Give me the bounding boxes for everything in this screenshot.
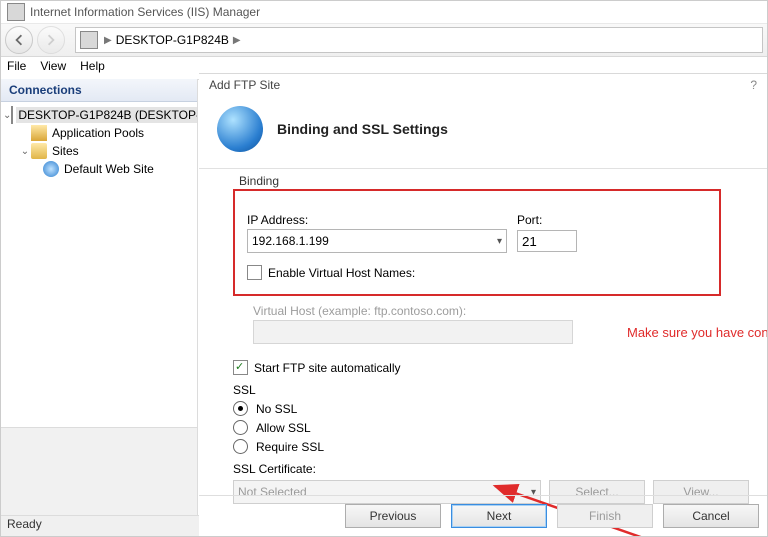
sites-icon: [31, 143, 47, 159]
chevron-right-icon: ▶: [104, 35, 112, 46]
connections-tree[interactable]: ⌄ DESKTOP-G1P824B (DESKTOP- Application …: [1, 102, 197, 427]
enable-vhost-label: Enable Virtual Host Names:: [268, 266, 415, 280]
lower-split-pane: [1, 427, 197, 518]
tree-label-server: DESKTOP-G1P824B (DESKTOP-: [16, 107, 197, 123]
server-icon: [11, 106, 13, 124]
annotation-text: Make sure you have configured static IP …: [627, 325, 768, 340]
radio-selected-icon[interactable]: [233, 401, 248, 416]
finish-button: Finish: [557, 504, 653, 528]
allow-ssl-label: Allow SSL: [256, 421, 311, 435]
tree-row-default-site[interactable]: Default Web Site: [3, 160, 195, 178]
ip-address-value: 192.168.1.199: [252, 234, 497, 248]
no-ssl-label: No SSL: [256, 402, 297, 416]
tree-expander[interactable]: ⌄: [19, 146, 31, 157]
breadcrumb-node[interactable]: DESKTOP-G1P824B: [112, 33, 233, 47]
tree-label-default-site: Default Web Site: [62, 161, 156, 177]
iis-manager-window: Internet Information Services (IIS) Mana…: [0, 0, 768, 537]
port-label: Port:: [517, 213, 542, 227]
connections-pane: Connections ⌄ DESKTOP-G1P824B (DESKTOP- …: [1, 79, 198, 518]
binding-labels-row: IP Address: Port:: [247, 213, 705, 227]
menu-help[interactable]: Help: [80, 59, 105, 79]
ip-address-label: IP Address:: [247, 213, 507, 227]
tree-row-sites[interactable]: ⌄ Sites: [3, 142, 195, 160]
checkbox-icon[interactable]: [247, 265, 262, 280]
binding-inputs-row: 192.168.1.199 ▾: [247, 229, 705, 253]
separator: [199, 168, 767, 169]
binding-group-label: Binding: [235, 174, 283, 188]
cancel-button[interactable]: Cancel: [663, 504, 759, 528]
menu-file[interactable]: File: [7, 59, 26, 79]
dialog-content: Binding IP Address: Port: 192.168.1.199 …: [199, 175, 767, 504]
ssl-group-label: SSL: [233, 383, 749, 397]
enable-vhost-checkbox-row[interactable]: Enable Virtual Host Names:: [247, 265, 705, 280]
chevron-down-icon: ▾: [497, 236, 502, 247]
connections-header: Connections: [1, 79, 197, 102]
title-bar: Internet Information Services (IIS) Mana…: [1, 1, 767, 24]
add-ftp-site-dialog: Add FTP Site ? Binding and SSL Settings …: [199, 73, 767, 536]
ip-address-combo[interactable]: 192.168.1.199 ▾: [247, 229, 507, 253]
nav-back-button[interactable]: [5, 26, 33, 54]
port-input[interactable]: [517, 230, 577, 252]
tree-label-sites: Sites: [50, 143, 81, 159]
arrow-left-icon: [13, 34, 25, 46]
radio-icon[interactable]: [233, 420, 248, 435]
breadcrumb[interactable]: ▶ DESKTOP-G1P824B ▶: [75, 27, 763, 53]
site-icon: [43, 161, 59, 177]
window-title: Internet Information Services (IIS) Mana…: [30, 5, 260, 19]
radio-allow-ssl[interactable]: Allow SSL: [233, 420, 749, 435]
dialog-button-bar: Previous Next Finish Cancel: [345, 494, 759, 528]
radio-icon[interactable]: [233, 439, 248, 454]
ssl-group: SSL No SSL Allow SSL Require SSL SSL Cer…: [233, 383, 749, 504]
next-button[interactable]: Next: [451, 504, 547, 528]
globe-icon: [217, 106, 263, 152]
binding-highlight-box: IP Address: Port: 192.168.1.199 ▾ Enable…: [233, 189, 721, 296]
radio-no-ssl[interactable]: No SSL: [233, 401, 749, 416]
radio-require-ssl[interactable]: Require SSL: [233, 439, 749, 454]
virtual-host-input: [253, 320, 573, 344]
nav-bar: ▶ DESKTOP-G1P824B ▶: [1, 24, 767, 57]
tree-row-server[interactable]: ⌄ DESKTOP-G1P824B (DESKTOP-: [3, 106, 195, 124]
dialog-heading: Binding and SSL Settings: [277, 121, 448, 137]
virtual-host-label: Virtual Host (example: ftp.contoso.com):: [253, 304, 749, 318]
dialog-help-button[interactable]: ?: [750, 78, 757, 92]
dialog-header: Binding and SSL Settings: [199, 96, 767, 168]
tree-row-pools[interactable]: Application Pools: [3, 124, 195, 142]
dialog-title: Add FTP Site: [199, 74, 767, 96]
start-ftp-label: Start FTP site automatically: [254, 361, 401, 375]
ssl-cert-label: SSL Certificate:: [233, 462, 749, 476]
nav-forward-button[interactable]: [37, 26, 65, 54]
tree-label-pools: Application Pools: [50, 125, 146, 141]
app-icon: [7, 3, 25, 21]
require-ssl-label: Require SSL: [256, 440, 324, 454]
menu-view[interactable]: View: [40, 59, 66, 79]
app-pools-icon: [31, 125, 47, 141]
breadcrumb-icon: [80, 31, 98, 49]
previous-button[interactable]: Previous: [345, 504, 441, 528]
start-ftp-checkbox-row[interactable]: Start FTP site automatically: [233, 360, 749, 375]
arrow-right-icon: [45, 34, 57, 46]
status-text: Ready: [7, 517, 42, 531]
tree-expander[interactable]: ⌄: [3, 110, 11, 121]
checkbox-checked-icon[interactable]: [233, 360, 248, 375]
chevron-right-icon: ▶: [233, 35, 241, 46]
